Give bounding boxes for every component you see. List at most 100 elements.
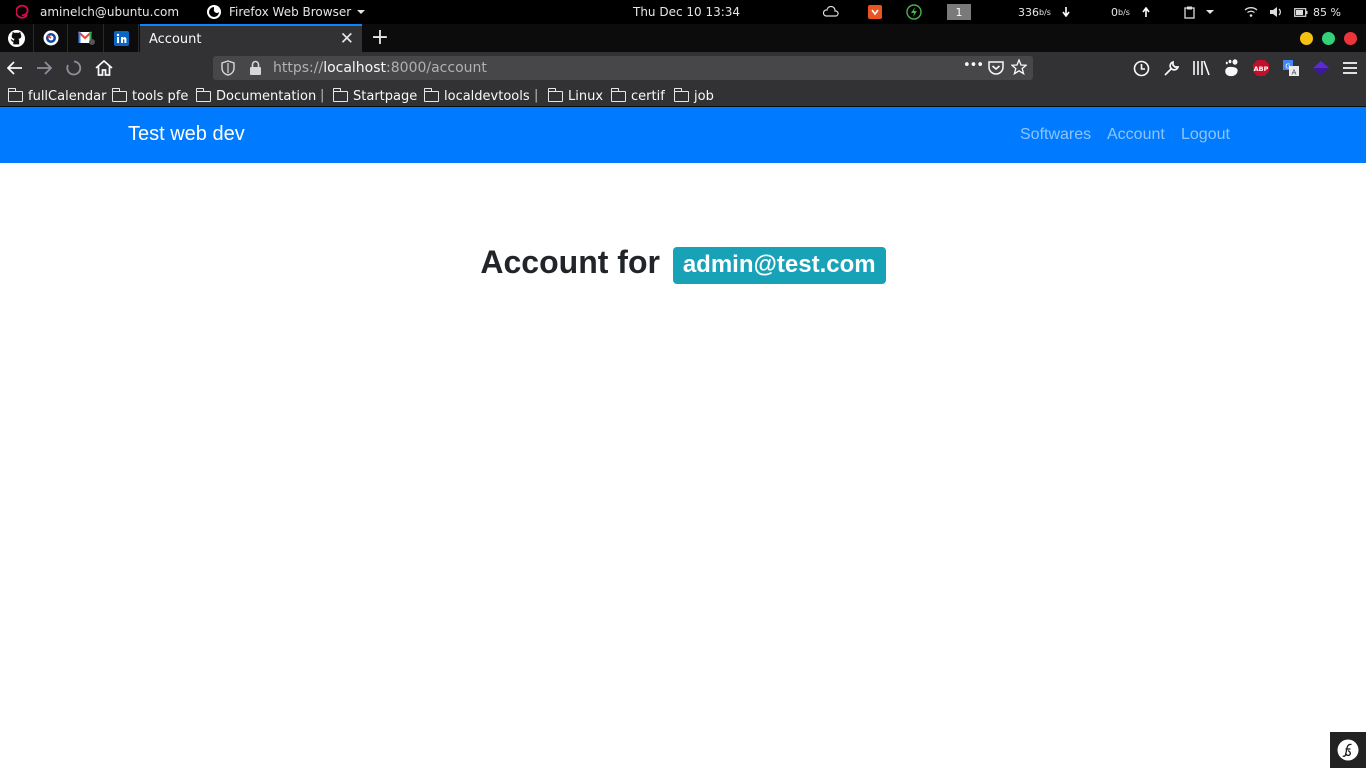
clipboard-icon[interactable] (1184, 0, 1195, 24)
close-window-button[interactable] (1344, 32, 1357, 45)
svg-text:ABP: ABP (1254, 65, 1269, 73)
chevron-down-icon[interactable] (1205, 0, 1215, 24)
folder-icon (610, 87, 626, 102)
symfony-debug-toolbar-toggle[interactable] (1330, 732, 1366, 768)
navbar-brand[interactable]: Test web dev (128, 123, 245, 146)
cloud-icon[interactable] (823, 0, 839, 24)
folder-icon (547, 87, 563, 102)
github-icon (8, 29, 25, 47)
wifi-icon[interactable] (1244, 0, 1258, 24)
pinned-tab-sync[interactable] (34, 24, 68, 52)
tab-account[interactable]: Account ✕ (140, 24, 362, 52)
loading-spinner-icon (66, 60, 82, 76)
sync-icon (43, 30, 58, 46)
maximize-button[interactable] (1322, 32, 1335, 45)
tracking-shield-icon[interactable] (221, 60, 235, 80)
bookmark-separator: | (534, 88, 539, 103)
url-path: :8000/account (386, 60, 487, 76)
workspace-indicator[interactable]: 1 (947, 4, 971, 20)
home-icon (95, 60, 113, 76)
tab-title: Account (149, 31, 202, 47)
pinned-tab-linkedin[interactable] (105, 24, 139, 52)
history-icon[interactable] (1131, 58, 1151, 78)
folder-icon (423, 87, 439, 102)
nav-link-account[interactable]: Account (1107, 126, 1165, 144)
folder-icon (7, 87, 23, 102)
battery-icon[interactable] (1294, 0, 1308, 24)
svg-text:G: G (1285, 63, 1290, 71)
volume-icon[interactable] (1269, 0, 1283, 24)
pocket-icon[interactable] (988, 60, 1004, 79)
net-up-unit: b/s (1118, 7, 1130, 17)
firefox-icon[interactable] (206, 0, 222, 24)
net-down-value: 336 (1018, 5, 1039, 19)
bookmark-label: certif (631, 88, 665, 104)
net-down-unit: b/s (1039, 7, 1051, 17)
chevron-down-icon (357, 10, 366, 14)
bookmark-star-icon[interactable] (1010, 58, 1028, 79)
url-scheme: https:// (273, 60, 324, 76)
arrow-right-icon (37, 61, 52, 75)
new-tab-button[interactable]: + (369, 25, 391, 50)
lock-icon[interactable] (249, 60, 262, 80)
net-down-speed: 336 b/s (1018, 0, 1051, 24)
url-text[interactable]: https://localhost:8000/account (273, 60, 487, 76)
bookmark-label: tools pfe (132, 88, 189, 104)
gnome-extension-icon[interactable] (1221, 58, 1241, 78)
minimize-button[interactable] (1300, 32, 1313, 45)
back-button[interactable] (4, 57, 26, 79)
folder-icon (195, 87, 211, 102)
bookmark-label: localdevtools (444, 88, 530, 104)
arrow-down-icon (1062, 0, 1070, 24)
app-menu[interactable]: Firefox Web Browser (229, 0, 366, 24)
bookmark-folder[interactable]: certif (610, 86, 665, 106)
bookmark-separator: | (320, 88, 325, 103)
bookmark-folder[interactable]: job (673, 86, 714, 106)
bookmark-folder[interactable]: localdevtools (423, 86, 530, 106)
gmail-icon (78, 31, 95, 45)
arrow-left-icon (7, 61, 22, 75)
url-bar[interactable]: https://localhost:8000/account ••• (213, 56, 1033, 80)
nav-link-logout[interactable]: Logout (1181, 126, 1230, 144)
email-badge: admin@test.com (672, 247, 886, 284)
app-menu-label: Firefox Web Browser (229, 5, 352, 19)
stop-loading-button[interactable] (63, 57, 85, 79)
bookmark-label: Startpage (353, 88, 418, 104)
translate-icon[interactable]: GA (1281, 58, 1301, 78)
symfony-icon (1337, 739, 1359, 761)
tab-strip: Account ✕ + (0, 24, 1366, 52)
power-icon[interactable] (906, 0, 922, 24)
debian-icon[interactable] (16, 0, 30, 24)
page-actions-menu[interactable]: ••• (963, 58, 984, 73)
pinned-tab-gmail[interactable] (70, 24, 104, 52)
bookmark-folder[interactable]: fullCalendar (7, 86, 107, 106)
os-top-bar: aminelch@ubuntu.com Firefox Web Browser … (0, 0, 1366, 24)
svg-text:A: A (1292, 69, 1297, 77)
bookmark-folder[interactable]: tools pfe (111, 86, 189, 106)
adblock-plus-icon[interactable]: ABP (1251, 58, 1271, 78)
wrench-icon[interactable] (1161, 58, 1181, 78)
nav-link-softwares[interactable]: Softwares (1020, 126, 1091, 144)
library-icon[interactable] (1191, 58, 1211, 78)
bookmark-folder[interactable]: Documentation (195, 86, 316, 106)
bookmark-folder[interactable]: Startpage (332, 86, 418, 106)
page-title-text: Account for (480, 244, 660, 280)
page-title: Account for admin@test.com (0, 244, 1366, 284)
battery-percent[interactable]: 85 % (1313, 0, 1341, 24)
extension-diamond-icon[interactable] (1311, 58, 1331, 78)
hamburger-menu-icon[interactable] (1340, 58, 1360, 78)
bookmark-label: Linux (568, 88, 604, 104)
net-up-speed: 0 b/s (1111, 0, 1130, 24)
bookmark-folder[interactable]: Linux (547, 86, 604, 106)
pinned-tab-github[interactable] (0, 24, 34, 52)
folder-icon (111, 87, 127, 102)
net-up-value: 0 (1111, 5, 1118, 19)
home-button[interactable] (93, 57, 115, 79)
bookmark-label: job (694, 88, 714, 104)
close-tab-icon[interactable]: ✕ (340, 29, 354, 49)
clock[interactable]: Thu Dec 10 13:34 (633, 0, 740, 24)
os-user-label[interactable]: aminelch@ubuntu.com (40, 0, 179, 24)
folder-icon (673, 87, 689, 102)
forward-button[interactable] (33, 57, 55, 79)
package-icon[interactable] (868, 0, 882, 24)
